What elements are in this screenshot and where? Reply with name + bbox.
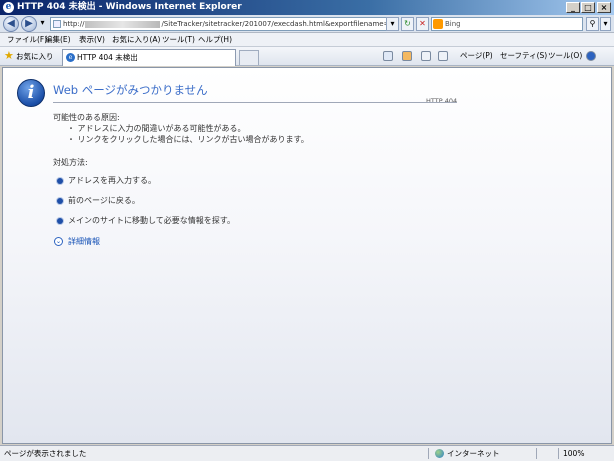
refresh-icon[interactable]: ↻ [401, 17, 414, 31]
mail-icon[interactable] [421, 51, 431, 61]
bullet-icon [57, 178, 63, 184]
globe-icon [435, 449, 444, 458]
back-button[interactable]: ◀ [3, 16, 19, 32]
tools-menu[interactable]: ツール(O) [548, 50, 582, 62]
action-main-site[interactable]: メインのサイトに移動して必要な情報を探す。 [68, 215, 235, 226]
redacted-host [85, 20, 161, 28]
status-bar: ページが表示されました インターネット 100% [0, 445, 614, 461]
menu-file[interactable]: ファイル(F) [7, 33, 47, 47]
ie-tab-icon: e [66, 53, 75, 62]
search-options-dropdown[interactable]: ▾ [600, 17, 611, 31]
address-input[interactable]: http:///SiteTracker/sitetracker/201007/e… [50, 17, 397, 31]
chevron-down-icon[interactable]: ⌄ [54, 237, 63, 246]
menu-help[interactable]: ヘルプ(H) [198, 33, 232, 47]
status-text: ページが表示されました [4, 449, 87, 458]
forward-button[interactable]: ▶ [21, 16, 37, 32]
menu-view[interactable]: 表示(V) [79, 33, 105, 47]
status-divider [428, 448, 429, 459]
favorites-star-icon[interactable]: ★ [4, 50, 14, 62]
menu-tools[interactable]: ツール(T) [162, 33, 195, 47]
divider [53, 102, 457, 103]
page-menu[interactable]: ページ(P) [460, 50, 493, 62]
tab-title: HTTP 404 未検出 [77, 53, 138, 62]
security-zone[interactable]: インターネット [447, 446, 500, 461]
recent-pages-dropdown[interactable]: ▾ [37, 17, 48, 31]
status-divider [536, 448, 537, 459]
cause-item: ・ アドレスに入力の間違いがある可能性がある。 [67, 124, 246, 133]
bing-icon [433, 19, 443, 29]
error-code: HTTP 404 [426, 97, 458, 105]
cause-item: ・ リンクをクリックした場合には、リンクが古い場合があります。 [67, 135, 309, 144]
bullet-icon [57, 198, 63, 204]
print-icon[interactable] [438, 51, 448, 61]
causes-title: 可能性のある原因: [53, 113, 120, 122]
page-title: Web ページがみつかりません [53, 83, 208, 97]
action-retype-address[interactable]: アドレスを再入力する。 [68, 175, 156, 186]
page-icon [53, 20, 61, 28]
info-icon: i [17, 79, 45, 107]
stop-icon[interactable]: ✕ [416, 17, 429, 31]
safety-menu[interactable]: セーフティ(S) [500, 50, 547, 62]
search-icon[interactable]: ⚲ [586, 17, 599, 31]
window-title: HTTP 404 未検出 - Windows Internet Explorer [17, 2, 242, 12]
address-dropdown-button[interactable]: ▾ [386, 17, 399, 31]
ie-logo-icon: e [3, 2, 14, 13]
actions-title: 対処方法: [53, 158, 88, 167]
menu-bar: ファイル(F) 編集(E) 表示(V) お気に入り(A) ツール(T) ヘルプ(… [0, 33, 614, 47]
title-bar: e HTTP 404 未検出 - Windows Internet Explor… [0, 0, 614, 15]
search-input[interactable]: Bing [431, 17, 583, 31]
close-window-button[interactable]: × [597, 2, 611, 13]
help-icon[interactable] [586, 51, 596, 61]
zoom-level[interactable]: 100% [563, 446, 584, 461]
bullet-icon [57, 218, 63, 224]
home-icon[interactable] [383, 51, 393, 61]
active-tab[interactable]: e HTTP 404 未検出 [62, 49, 236, 66]
action-go-back[interactable]: 前のページに戻る。 [68, 195, 140, 206]
maximize-button[interactable]: □ [581, 2, 595, 13]
minimize-button[interactable]: _ [566, 2, 580, 13]
address-toolbar: ◀ ▶ ▾ http:///SiteTracker/sitetracker/20… [0, 15, 614, 33]
new-tab-button[interactable] [239, 50, 259, 65]
menu-favorites[interactable]: お気に入り(A) [112, 33, 160, 47]
menu-edit[interactable]: 編集(E) [45, 33, 71, 47]
page-content: i Web ページがみつかりません HTTP 404 可能性のある原因: ・ ア… [2, 67, 612, 444]
status-divider [558, 448, 559, 459]
more-info-link[interactable]: 詳細情報 [68, 236, 100, 247]
feeds-icon[interactable] [402, 51, 412, 61]
favorites-button[interactable]: お気に入り [16, 47, 54, 66]
